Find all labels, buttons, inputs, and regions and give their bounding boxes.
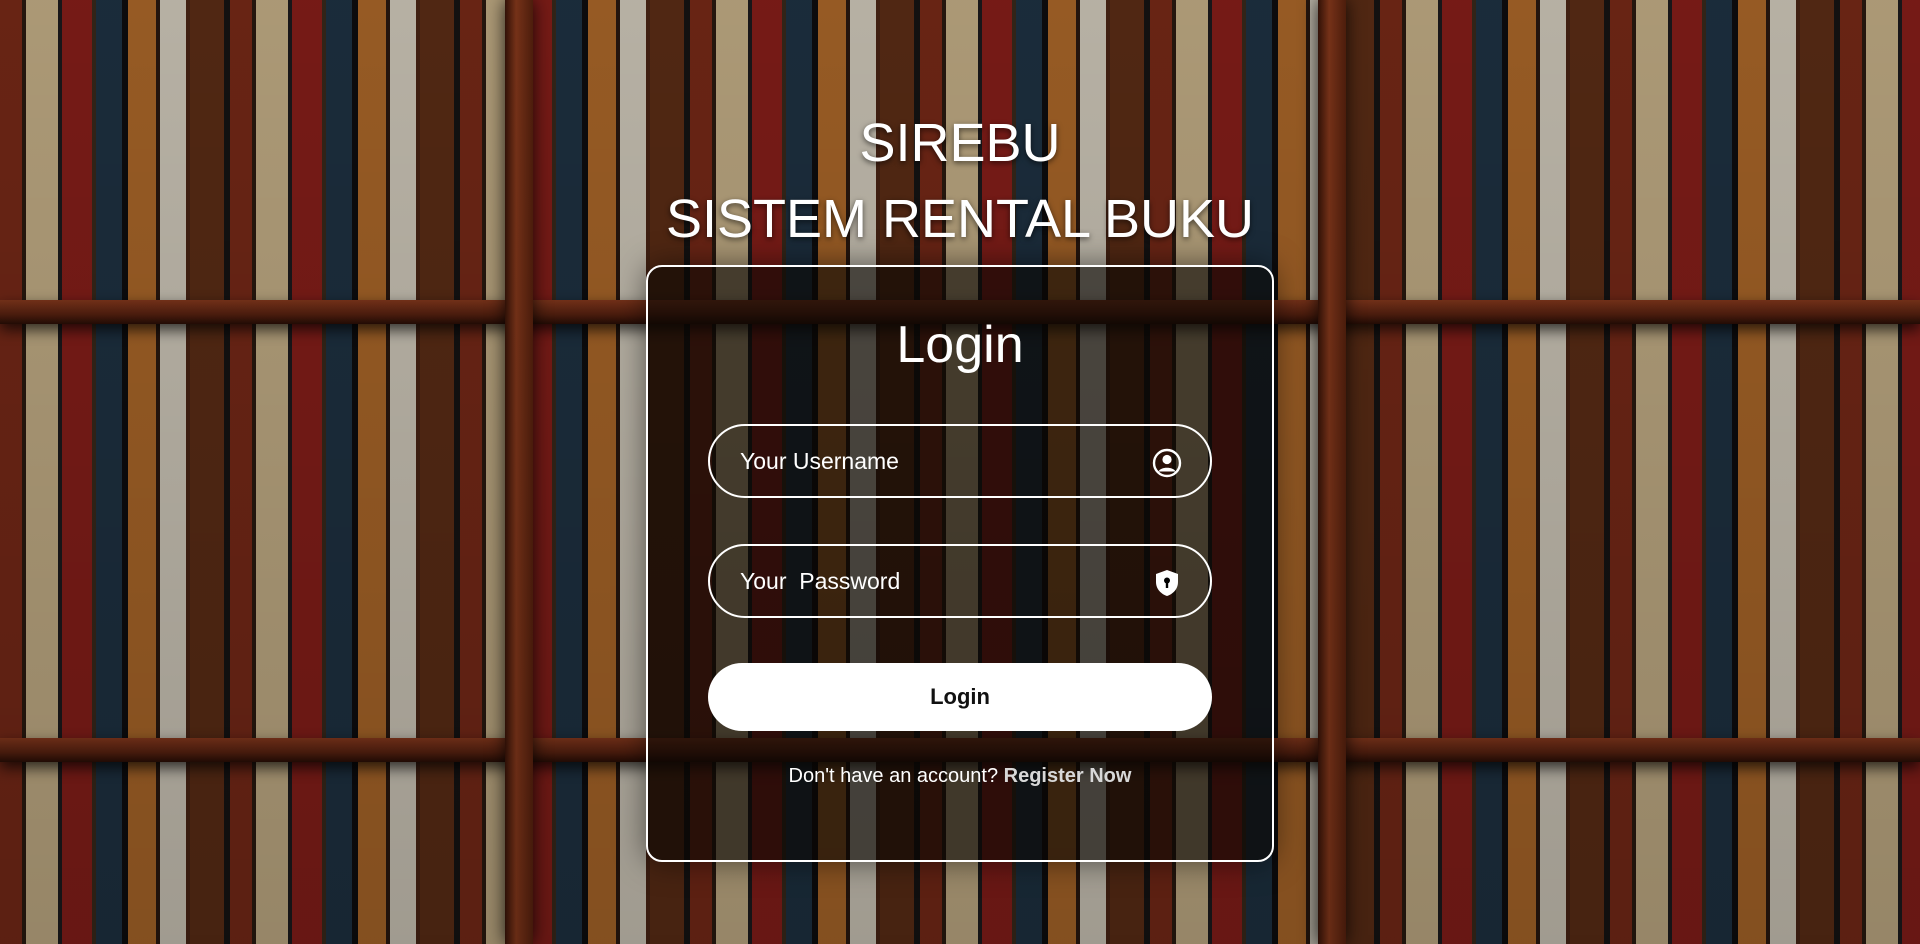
app-subtitle: SISTEM RENTAL BUKU xyxy=(665,189,1255,249)
login-title: Login xyxy=(896,316,1024,374)
register-prompt: Don't have an account? xyxy=(788,765,999,787)
password-input[interactable] xyxy=(710,546,1210,616)
shield-lock-icon xyxy=(1156,570,1178,596)
user-circle-icon xyxy=(1152,448,1182,478)
app-title: SIREBU xyxy=(859,113,1061,173)
login-button[interactable]: Login xyxy=(708,663,1212,731)
register-line: Don't have an account? Register Now xyxy=(648,765,1272,788)
register-link[interactable]: Register Now xyxy=(1004,765,1132,787)
username-input[interactable] xyxy=(710,426,1210,496)
login-card: Login Login Don't have an account? Regis… xyxy=(646,265,1274,862)
password-field-wrapper xyxy=(708,544,1212,618)
username-field-wrapper xyxy=(708,424,1212,498)
